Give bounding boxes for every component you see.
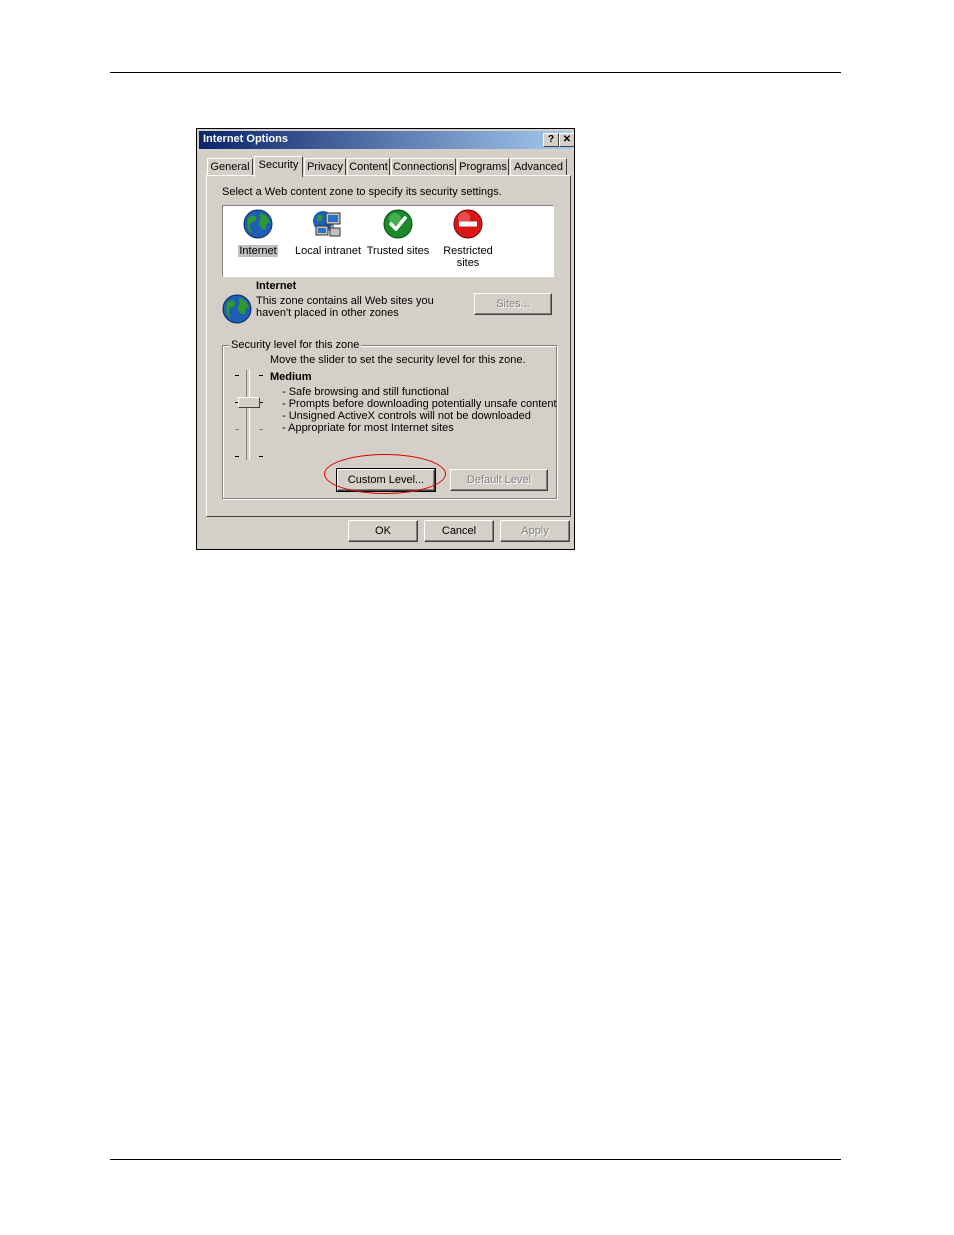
slider-tick — [235, 456, 239, 457]
cancel-button[interactable]: Cancel — [424, 520, 494, 542]
header-rule — [110, 72, 841, 73]
slider-hint: Move the slider to set the security leve… — [270, 354, 526, 366]
zone-restricted-label-line2: sites — [456, 257, 480, 269]
selected-zone-name: Internet — [256, 280, 297, 292]
security-slider-track[interactable] — [246, 370, 250, 460]
zone-local-intranet-label: Local intranet — [294, 245, 362, 257]
internet-options-dialog: Internet Options ? ✕ General Security Pr… — [197, 129, 574, 549]
level-bullet-2: - Prompts before downloading potentially… — [282, 398, 557, 410]
zone-instruction: Select a Web content zone to specify its… — [222, 186, 502, 198]
zone-list: Internet Local intranet Trusted sites Re… — [222, 205, 554, 277]
screenshot-frame: Internet Options ? ✕ General Security Pr… — [196, 128, 575, 550]
slider-tick — [235, 429, 239, 430]
level-bullet-3: - Unsigned ActiveX controls will not be … — [282, 410, 531, 422]
tab-content[interactable]: Content — [347, 158, 390, 175]
checkmark-icon — [383, 209, 413, 239]
slider-tick — [235, 375, 239, 376]
tab-privacy[interactable]: Privacy — [304, 158, 346, 175]
selected-zone-desc-line1: This zone contains all Web sites you — [256, 295, 434, 307]
slider-tick — [259, 375, 263, 376]
zone-trusted-sites-label: Trusted sites — [366, 245, 430, 257]
security-level-group-label: Security level for this zone — [229, 339, 362, 351]
slider-tick — [259, 456, 263, 457]
level-bullet-4: - Appropriate for most Internet sites — [282, 422, 454, 434]
zone-restricted-label-line1: Restricted — [443, 245, 493, 257]
security-slider-thumb[interactable] — [238, 397, 260, 408]
globe-icon — [243, 209, 273, 239]
slider-tick — [259, 429, 263, 430]
zone-internet[interactable]: Internet — [223, 208, 293, 257]
title-bar[interactable]: Internet Options ? ✕ — [199, 131, 574, 149]
footer-rule — [110, 1159, 841, 1160]
selected-zone-desc-line2: haven't placed in other zones — [256, 307, 399, 319]
tab-advanced[interactable]: Advanced — [510, 158, 567, 175]
selected-zone-globe-icon — [222, 294, 252, 324]
tab-general[interactable]: General — [207, 158, 253, 175]
network-icon — [313, 211, 341, 237]
ok-button[interactable]: OK — [348, 520, 418, 542]
apply-button[interactable]: Apply — [500, 520, 570, 542]
default-level-button[interactable]: Default Level — [450, 469, 548, 491]
zone-local-intranet[interactable]: Local intranet — [293, 208, 363, 257]
tab-programs[interactable]: Programs — [457, 158, 509, 175]
tab-security[interactable]: Security — [254, 156, 303, 177]
help-button[interactable]: ? — [543, 133, 559, 147]
dialog-title: Internet Options — [203, 133, 288, 145]
tab-connections[interactable]: Connections — [391, 158, 456, 175]
security-level-name: Medium — [270, 371, 312, 383]
zone-restricted-sites[interactable]: Restricted sites — [433, 208, 503, 269]
highlight-ellipse — [324, 454, 446, 494]
no-entry-icon — [453, 209, 483, 239]
close-button[interactable]: ✕ — [559, 133, 574, 147]
zone-internet-label: Internet — [238, 245, 278, 257]
level-bullet-1: - Safe browsing and still functional — [282, 386, 449, 398]
zone-trusted-sites[interactable]: Trusted sites — [363, 208, 433, 257]
sites-button[interactable]: Sites... — [474, 293, 552, 315]
